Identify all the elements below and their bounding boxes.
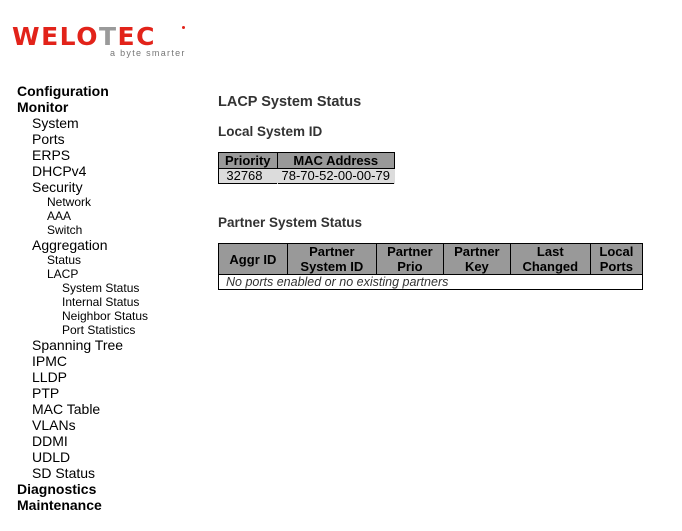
- menu-configuration[interactable]: Configuration: [17, 83, 197, 99]
- menu-maintenance[interactable]: Maintenance: [17, 497, 197, 513]
- menu-dhcpv4[interactable]: DHCPv4: [17, 163, 197, 179]
- menu-aggregation-status[interactable]: Status: [17, 253, 197, 267]
- header-last-changed: Last Changed: [509, 243, 591, 275]
- page-title: LACP System Status: [218, 94, 362, 110]
- menu-lacp-internal-status[interactable]: Internal Status: [17, 295, 197, 309]
- mac-address-value: 78-70-52-00-00-79: [277, 168, 395, 184]
- menu-system[interactable]: System: [17, 115, 197, 131]
- menu-lldp[interactable]: LLDP: [17, 369, 197, 385]
- empty-message: No ports enabled or no existing partners: [218, 274, 643, 290]
- menu-lacp[interactable]: LACP: [17, 267, 197, 281]
- sidebar-menu: Configuration Monitor System Ports ERPS …: [17, 83, 197, 513]
- partner-system-status-heading: Partner System Status: [218, 215, 363, 230]
- menu-ports[interactable]: Ports: [17, 131, 197, 147]
- menu-diagnostics[interactable]: Diagnostics: [17, 481, 197, 497]
- priority-value: 32768: [218, 168, 278, 184]
- header-priority: Priority: [218, 152, 278, 169]
- menu-udld[interactable]: UDLD: [17, 449, 197, 465]
- menu-security-aaa[interactable]: AAA: [17, 209, 197, 223]
- menu-lacp-neighbor-status[interactable]: Neighbor Status: [17, 309, 197, 323]
- welotec-logo: WELOTEC a byte smarter: [12, 24, 192, 64]
- menu-security[interactable]: Security: [17, 179, 197, 195]
- table-row: No ports enabled or no existing partners: [218, 274, 643, 290]
- menu-lacp-port-statistics[interactable]: Port Statistics: [17, 323, 197, 337]
- menu-ddmi[interactable]: DDMI: [17, 433, 197, 449]
- header-mac-address: MAC Address: [276, 152, 395, 169]
- menu-aggregation[interactable]: Aggregation: [17, 237, 197, 253]
- table-row: 32768 78-70-52-00-00-79: [218, 168, 395, 184]
- header-partner-prio: Partner Prio: [375, 243, 444, 275]
- local-system-id-table: Priority MAC Address 32768 78-70-52-00-0…: [218, 152, 395, 184]
- menu-mac-table[interactable]: MAC Table: [17, 401, 197, 417]
- menu-spanning-tree[interactable]: Spanning Tree: [17, 337, 197, 353]
- header-partner-system-id: Partner System ID: [286, 243, 377, 275]
- menu-sd-status[interactable]: SD Status: [17, 465, 197, 481]
- logo-registered-dot: [182, 26, 185, 29]
- menu-security-switch[interactable]: Switch: [17, 223, 197, 237]
- menu-ipmc[interactable]: IPMC: [17, 353, 197, 369]
- menu-security-network[interactable]: Network: [17, 195, 197, 209]
- menu-lacp-system-status[interactable]: System Status: [17, 281, 197, 295]
- menu-monitor[interactable]: Monitor: [17, 99, 197, 115]
- menu-erps[interactable]: ERPS: [17, 147, 197, 163]
- header-partner-key: Partner Key: [442, 243, 511, 275]
- logo-tagline: a byte smarter: [110, 48, 186, 58]
- header-aggr-id: Aggr ID: [218, 243, 288, 275]
- logo-wordmark: WELOTEC: [12, 22, 156, 51]
- menu-ptp[interactable]: PTP: [17, 385, 197, 401]
- partner-system-status-table: Aggr ID Partner System ID Partner Prio Par…: [218, 243, 644, 290]
- local-system-id-heading: Local System ID: [218, 124, 323, 139]
- header-local-ports: Local Ports: [589, 243, 644, 275]
- menu-vlans[interactable]: VLANs: [17, 417, 197, 433]
